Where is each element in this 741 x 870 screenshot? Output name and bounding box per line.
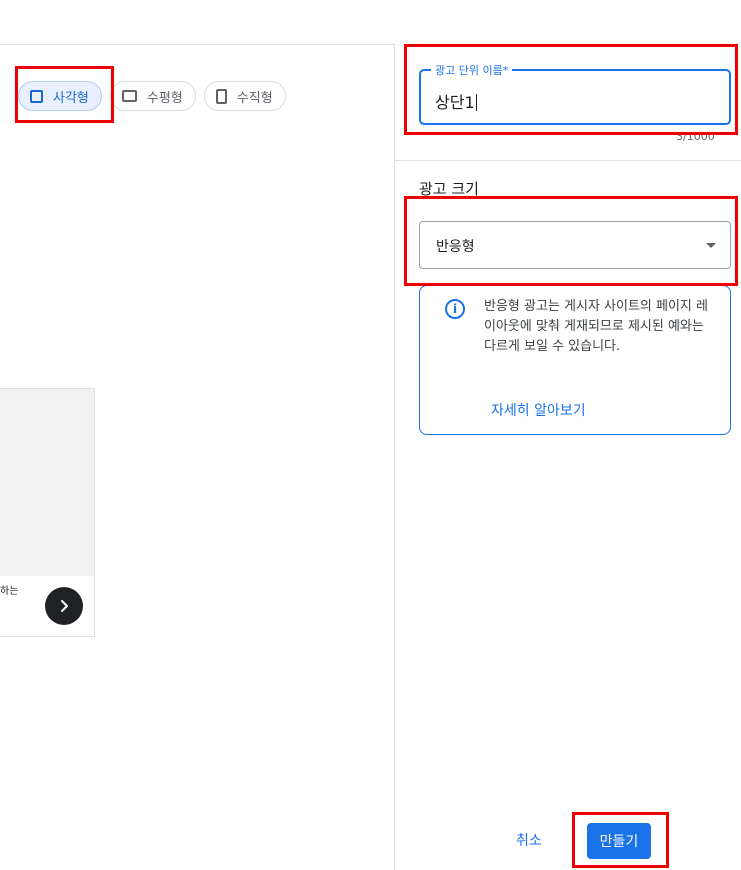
ad-size-value: 반응형 — [436, 239, 475, 255]
info-text: 반응형 광고는 게시자 사이트의 페이지 레이아웃에 맞춰 게재되므로 제시된 … — [484, 299, 708, 354]
info-icon: i — [445, 299, 465, 319]
preview-next-button[interactable] — [45, 587, 83, 625]
preview-text: 하는 — [0, 586, 19, 597]
horizontal-rect-icon — [121, 90, 137, 102]
create-button[interactable]: 만들기 — [587, 823, 651, 859]
cancel-button[interactable]: 취소 — [508, 825, 550, 857]
chip-horizontal[interactable]: 수평형 — [109, 81, 196, 111]
dropdown-arrow-icon — [706, 243, 716, 248]
ad-unit-name-label: 광고 단위 이름* — [431, 62, 513, 78]
ad-size-select[interactable]: 반응형 — [419, 221, 731, 269]
char-count: 3/1000 — [676, 130, 715, 143]
chip-square-label: 사각형 — [53, 90, 89, 106]
section-divider — [395, 160, 741, 161]
top-divider — [0, 44, 394, 45]
ad-unit-name-value: 상단1 — [435, 93, 475, 112]
square-icon — [30, 89, 43, 103]
shape-chip-group: 사각형 수평형 수직형 — [18, 81, 286, 111]
chip-square[interactable]: 사각형 — [18, 81, 102, 111]
learn-more-link[interactable]: 자세히 알아보기 — [491, 400, 586, 420]
chevron-right-icon — [61, 600, 68, 612]
chip-horizontal-label: 수평형 — [146, 90, 183, 106]
text-caret — [475, 94, 477, 111]
ad-size-label: 광고 크기 — [419, 180, 479, 198]
preview-image-area — [0, 389, 94, 576]
vertical-rect-icon — [215, 88, 227, 104]
ad-unit-name-field[interactable]: 광고 단위 이름* 상단1 — [419, 62, 731, 125]
chip-vertical[interactable]: 수직형 — [203, 81, 286, 111]
responsive-info-box: i 반응형 광고는 게시자 사이트의 페이지 레이아웃에 맞춰 게재되므로 제시… — [419, 285, 731, 435]
chip-vertical-label: 수직형 — [236, 90, 273, 106]
panel-divider — [394, 44, 395, 870]
